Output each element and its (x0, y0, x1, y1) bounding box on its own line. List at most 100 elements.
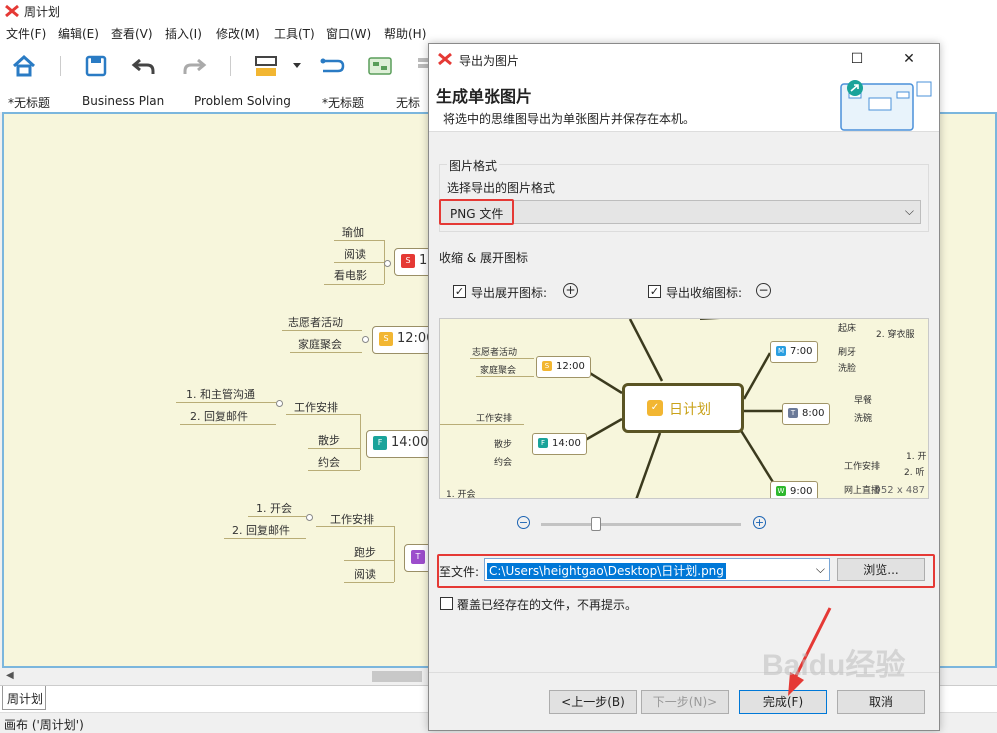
back-button[interactable]: <上一步(B) (549, 690, 637, 714)
header-title: 生成单张图片 (436, 87, 533, 106)
xmind-logo-icon (438, 52, 452, 66)
preview-item: 散步 (494, 440, 513, 450)
menu-view[interactable]: 查看(V) (111, 25, 153, 42)
tab-untitled-1[interactable]: *无标题 (8, 94, 50, 111)
badge-icon: F (373, 436, 387, 450)
slider-thumb[interactable] (591, 517, 601, 531)
badge-icon: S (401, 254, 415, 268)
collapse-knob[interactable] (384, 260, 391, 267)
mm-underline (180, 424, 276, 425)
mm-topic[interactable]: S 12:00 (372, 326, 434, 354)
mm-item[interactable]: 工作安排 (294, 399, 338, 415)
mm-topic[interactable]: F 14:00 (366, 430, 434, 458)
mm-underline (248, 516, 306, 517)
redo-icon[interactable] (180, 52, 208, 80)
zoom-out-icon[interactable]: − (517, 516, 530, 529)
preview-item: 工作安排 (844, 462, 881, 472)
mm-underline (344, 560, 394, 561)
mm-connector (360, 414, 361, 470)
collapse-knob[interactable] (276, 400, 283, 407)
slider-track[interactable] (541, 523, 741, 526)
mm-item[interactable]: 2. 回复邮件 (232, 522, 290, 538)
mm-item[interactable]: 志愿者活动 (288, 314, 343, 330)
mm-item[interactable]: 约会 (318, 454, 340, 470)
boundary-icon[interactable] (366, 52, 394, 80)
chevron-down-icon[interactable] (292, 62, 302, 70)
preview-topic: F 14:00 (532, 433, 587, 455)
mm-item[interactable]: 跑步 (354, 544, 376, 560)
preview-topic: T 8:00 (782, 403, 831, 425)
export-collapse-checkbox[interactable]: ✓ (648, 285, 661, 298)
maximize-icon[interactable]: ☐ (843, 48, 871, 70)
preview-item: 刷牙 (838, 348, 857, 358)
format-group-label: 图片格式 (447, 157, 500, 174)
mm-item[interactable]: 1. 开会 (256, 500, 292, 516)
save-icon[interactable] (82, 52, 110, 80)
tab-untitled-3[interactable]: 无标 (396, 94, 420, 111)
preview-item: 家庭聚会 (480, 366, 517, 376)
preview-item: 起床 (838, 324, 857, 334)
mm-item[interactable]: 工作安排 (330, 511, 374, 527)
mm-item[interactable]: 2. 回复邮件 (190, 408, 248, 424)
tab-problem-solving[interactable]: Problem Solving (194, 94, 291, 108)
app-title: 周计划 (24, 5, 61, 19)
menu-insert[interactable]: 插入(I) (165, 25, 202, 42)
mm-item[interactable]: 看电影 (334, 267, 367, 283)
tab-business-plan[interactable]: Business Plan (82, 94, 164, 108)
close-icon[interactable]: ✕ (895, 48, 923, 70)
export-expand-checkbox[interactable]: ✓ (453, 285, 466, 298)
menu-file[interactable]: 文件(F) (6, 25, 46, 42)
zoom-slider[interactable]: − + (517, 516, 767, 532)
scrollbar-thumb[interactable] (372, 671, 422, 682)
mm-item[interactable]: 1. 和主管沟通 (186, 386, 255, 402)
mm-underline (344, 582, 394, 583)
mm-underline (282, 330, 362, 331)
minus-circle-icon: − (756, 283, 771, 298)
mm-item[interactable]: 散步 (318, 432, 340, 448)
preview-item: 1. 开 (906, 452, 927, 462)
tab-untitled-2[interactable]: *无标题 (322, 94, 364, 111)
preview-topic: W 9:00 (770, 481, 819, 498)
preview-item: 2. 穿衣服 (876, 330, 915, 340)
preview-size-label: 952 x 487 (874, 485, 925, 496)
home-icon[interactable] (10, 52, 38, 80)
sheet-tab[interactable]: 周计划 (2, 686, 46, 710)
collapse-knob[interactable] (306, 514, 313, 521)
highlight-box (439, 199, 514, 225)
preview-item: 洗碗 (854, 414, 873, 424)
menu-window[interactable]: 窗口(W) (326, 25, 371, 42)
mm-underline (308, 448, 360, 449)
next-button[interactable]: 下一步(N)> (641, 690, 729, 714)
toolbar-separator (60, 56, 61, 76)
collapse-knob[interactable] (362, 336, 369, 343)
topic-icon[interactable] (252, 52, 280, 80)
menu-tools[interactable]: 工具(T) (274, 25, 315, 42)
preview-item: 1. 开会 (446, 490, 476, 499)
undo-icon[interactable] (130, 52, 158, 80)
export-expand-label: 导出展开图标: (471, 286, 548, 300)
preview-item: 工作安排 (476, 414, 513, 424)
mm-item[interactable]: 阅读 (354, 566, 376, 582)
zoom-in-icon[interactable]: + (753, 516, 766, 529)
status-text: 画布 ('周计划') (4, 718, 84, 732)
mm-underline (334, 240, 384, 241)
mm-item[interactable]: 阅读 (344, 246, 366, 262)
mm-item[interactable]: 瑜伽 (342, 224, 364, 240)
preview-item: 志愿者活动 (472, 348, 518, 358)
relationship-icon[interactable] (318, 52, 346, 80)
overwrite-checkbox[interactable] (440, 597, 453, 610)
scroll-left-icon[interactable]: ◀ (6, 670, 14, 681)
mm-underline (308, 470, 360, 471)
cancel-button[interactable]: 取消 (837, 690, 925, 714)
header-subtitle: 将选中的思维图导出为单张图片并保存在本机。 (443, 112, 696, 126)
mm-underline (176, 402, 276, 403)
menu-modify[interactable]: 修改(M) (216, 25, 260, 42)
format-prompt: 选择导出的图片格式 (447, 181, 556, 195)
menu-help[interactable]: 帮助(H) (384, 25, 426, 42)
mm-underline (290, 352, 362, 353)
collapse-expand-label: 收缩 & 展开图标 (439, 251, 528, 265)
mm-item[interactable]: 家庭聚会 (298, 336, 342, 352)
preview-underline (470, 358, 534, 359)
menu-edit[interactable]: 编辑(E) (58, 25, 99, 42)
dialog-header: 生成单张图片 将选中的思维图导出为单张图片并保存在本机。 (429, 74, 939, 132)
